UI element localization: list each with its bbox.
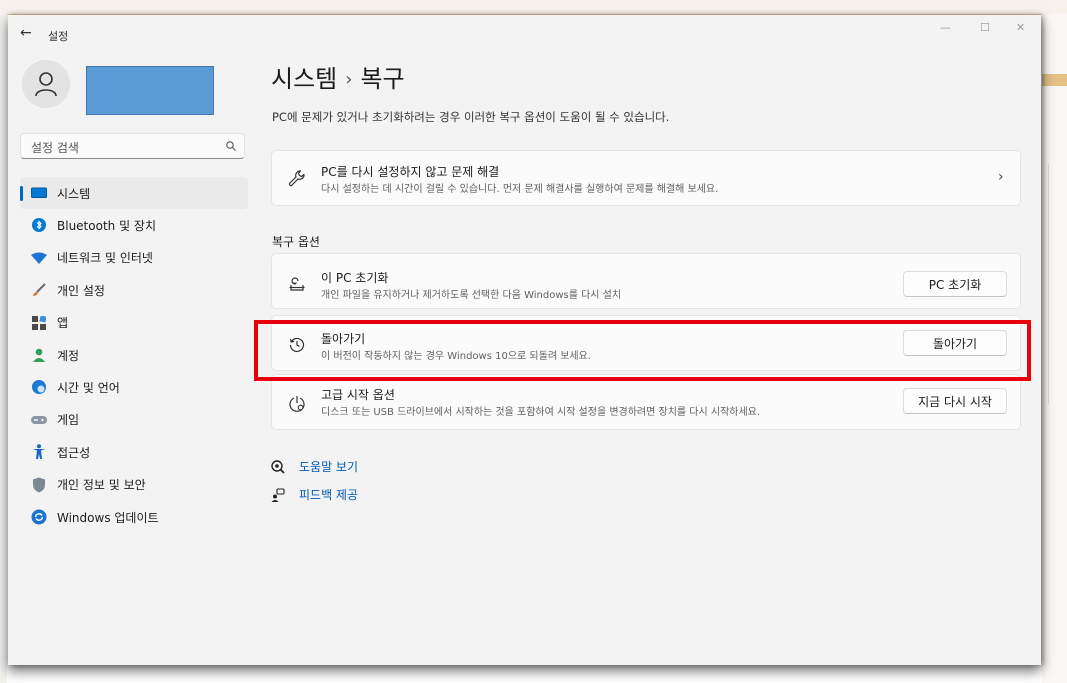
sidebar-item-label: 개인 정보 및 보안 xyxy=(57,478,146,493)
card-subtitle: 디스크 또는 USB 드라이브에서 시작하는 것을 포함하여 시작 설정을 변경… xyxy=(321,407,761,418)
gamepad-icon xyxy=(31,412,47,428)
search-placeholder: 설정 검색 xyxy=(31,141,79,155)
highlight-box xyxy=(254,320,1031,381)
help-link-text[interactable]: 도움말 보기 xyxy=(299,458,358,475)
troubleshoot-card[interactable]: PC를 다시 설정하지 않고 문제 해결 다시 설정하는 데 시간이 걸릴 수 … xyxy=(271,150,1021,206)
close-icon[interactable]: ✕ xyxy=(1016,21,1025,34)
sidebar-item-time-language[interactable]: 시간 및 언어 xyxy=(20,371,248,403)
card-subtitle: 개인 파일을 유지하거나 제거하도록 선택한 다음 Windows를 다시 설치 xyxy=(321,290,622,301)
advanced-startup-icon xyxy=(286,393,308,415)
background-window-strip xyxy=(0,0,1067,15)
redacted-account-name xyxy=(86,66,214,115)
restart-now-button[interactable]: 지금 다시 시작 xyxy=(903,388,1007,414)
wifi-icon xyxy=(31,250,47,266)
sidebar-item-accounts[interactable]: 계정 xyxy=(20,339,248,371)
card-subtitle: 다시 설정하는 데 시간이 걸릴 수 있습니다. 먼저 문제 해결사를 실행하여… xyxy=(321,184,719,195)
sidebar-item-bluetooth[interactable]: Bluetooth 및 장치 xyxy=(20,209,248,241)
section-title: 복구 옵션 xyxy=(272,235,320,249)
avatar[interactable] xyxy=(22,60,70,108)
wrench-icon xyxy=(286,168,308,190)
update-icon xyxy=(31,509,47,525)
apps-icon xyxy=(31,315,47,331)
page-description: PC에 문제가 있거나 초기화하려는 경우 이러한 복구 옵션이 도움이 될 수… xyxy=(272,110,670,124)
sidebar-item-label: 게임 xyxy=(57,413,80,428)
sidebar-item-gaming[interactable]: 게임 xyxy=(20,404,248,436)
back-arrow-icon[interactable]: ← xyxy=(20,25,32,41)
sidebar-item-label: Bluetooth 및 장치 xyxy=(57,219,157,234)
sidebar-item-label: Windows 업데이트 xyxy=(57,510,159,525)
sidebar-item-network[interactable]: 네트워크 및 인터넷 xyxy=(20,242,248,274)
shield-icon xyxy=(31,477,47,493)
sidebar-item-label: 시스템 xyxy=(57,186,91,201)
advanced-startup-card: 고급 시작 옵션 디스크 또는 USB 드라이브에서 시작하는 것을 포함하여 … xyxy=(271,374,1021,430)
feedback-icon xyxy=(271,487,289,503)
maximize-icon[interactable]: ☐ xyxy=(980,21,990,34)
minimize-icon[interactable]: — xyxy=(940,21,951,34)
monitor-icon xyxy=(31,185,47,201)
chevron-right-icon: › xyxy=(998,169,1004,185)
card-title: PC를 다시 설정하지 않고 문제 해결 xyxy=(321,165,500,179)
app-title: 설정 xyxy=(48,30,69,43)
reset-pc-card: 이 PC 초기화 개인 파일을 유지하거나 제거하도록 선택한 다음 Windo… xyxy=(271,253,1021,309)
reset-pc-button[interactable]: PC 초기화 xyxy=(903,271,1007,297)
search-icon xyxy=(226,141,236,151)
search-input[interactable]: 설정 검색 xyxy=(20,133,245,159)
sidebar-item-label: 네트워크 및 인터넷 xyxy=(57,251,153,266)
help-link[interactable]: 도움말 보기 xyxy=(271,458,358,475)
card-title: 고급 시작 옵션 xyxy=(321,388,395,402)
help-icon xyxy=(271,459,289,475)
sidebar-item-label: 개인 설정 xyxy=(57,283,105,298)
bluetooth-icon xyxy=(31,217,47,233)
breadcrumb: 시스템 › 복구 xyxy=(271,59,405,94)
person-icon xyxy=(35,72,57,97)
sidebar-item-label: 접근성 xyxy=(57,445,91,460)
sidebar-item-label: 앱 xyxy=(57,316,69,331)
card-title: 이 PC 초기화 xyxy=(321,271,389,285)
sidebar-item-system[interactable]: 시스템 xyxy=(20,177,248,210)
sidebar-item-apps[interactable]: 앱 xyxy=(20,307,248,339)
breadcrumb-parent[interactable]: 시스템 xyxy=(271,65,337,93)
sidebar-item-label: 시간 및 언어 xyxy=(57,381,120,396)
sidebar-item-windows-update[interactable]: Windows 업데이트 xyxy=(20,501,248,533)
sidebar-item-privacy-security[interactable]: 개인 정보 및 보안 xyxy=(20,469,248,501)
feedback-link[interactable]: 피드백 제공 xyxy=(271,486,358,503)
breadcrumb-separator-icon: › xyxy=(345,69,353,90)
active-indicator xyxy=(20,186,23,201)
reset-pc-icon xyxy=(286,273,308,295)
feedback-link-text[interactable]: 피드백 제공 xyxy=(299,486,358,503)
sidebar-item-label: 계정 xyxy=(57,348,80,363)
person-icon xyxy=(31,347,47,363)
sidebar-item-accessibility[interactable]: 접근성 xyxy=(20,436,248,468)
brush-icon xyxy=(31,282,47,298)
globe-clock-icon xyxy=(31,379,47,395)
sidebar-nav: 시스템 Bluetooth 및 장치 네트워크 및 인터넷 개인 설정 앱 계정… xyxy=(20,177,248,533)
page-title: 복구 xyxy=(360,65,405,93)
accessibility-icon xyxy=(31,444,47,460)
background-right-strip xyxy=(1042,14,1067,683)
background-left-strip xyxy=(0,14,7,683)
sidebar-item-personalization[interactable]: 개인 설정 xyxy=(20,274,248,306)
title-bar: ← 설정 — ☐ ✕ xyxy=(8,15,1041,57)
